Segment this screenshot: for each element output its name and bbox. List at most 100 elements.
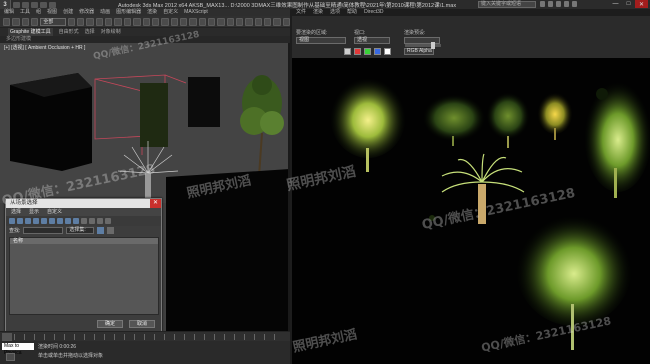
- favorites-icon[interactable]: [564, 1, 569, 7]
- search-input[interactable]: [23, 227, 64, 234]
- search-icon[interactable]: [540, 1, 545, 7]
- exposure-slider[interactable]: [405, 42, 441, 49]
- maximize-button[interactable]: □: [622, 0, 635, 8]
- save-file-icon[interactable]: [31, 1, 38, 8]
- blue-channel-icon[interactable]: [374, 48, 381, 55]
- mirror-button[interactable]: [207, 17, 216, 26]
- cancel-button[interactable]: 取消: [129, 320, 155, 328]
- menu-item[interactable]: MAXScript: [184, 9, 208, 16]
- ok-button[interactable]: 确定: [97, 320, 123, 328]
- menu-item[interactable]: 帮助: [347, 9, 357, 16]
- select-none-icon[interactable]: [89, 218, 95, 224]
- redo-icon[interactable]: [49, 1, 56, 8]
- named-selection-button[interactable]: [198, 17, 206, 26]
- filter-geometry-icon[interactable]: [9, 218, 15, 224]
- menu-item[interactable]: 工具: [20, 9, 30, 16]
- filter-helpers-icon[interactable]: [41, 218, 47, 224]
- filter-icon[interactable]: [105, 218, 111, 224]
- menu-item[interactable]: 选项: [330, 9, 340, 16]
- menu-item[interactable]: 自定义: [163, 9, 178, 16]
- channel-select[interactable]: RGB Alpha: [404, 48, 434, 55]
- layer-manager-button[interactable]: [226, 17, 234, 26]
- menu-display[interactable]: 显示: [29, 208, 39, 216]
- pivot-button[interactable]: [142, 17, 150, 26]
- status-lock-icon[interactable]: [6, 353, 15, 361]
- menu-customize[interactable]: 自定义: [47, 208, 62, 216]
- render-button[interactable]: [282, 17, 290, 26]
- close-button[interactable]: ✕: [635, 0, 648, 8]
- link-button[interactable]: [21, 17, 30, 26]
- menu-item[interactable]: 编辑: [4, 9, 14, 16]
- menu-item[interactable]: 视图: [47, 9, 57, 16]
- dialog-close-button[interactable]: ✕: [150, 199, 161, 208]
- help-search-input[interactable]: 键入关键字或短语: [478, 1, 536, 8]
- rendered-frame-button[interactable]: [273, 17, 281, 26]
- spinner-snap-button[interactable]: [189, 17, 197, 26]
- filter-groups-icon[interactable]: [57, 218, 63, 224]
- percent-snap-button[interactable]: [179, 17, 188, 26]
- communication-icon[interactable]: [556, 1, 561, 7]
- object-list[interactable]: 名称: [9, 237, 159, 315]
- selection-set-select[interactable]: 选择集:: [66, 227, 95, 234]
- filter-lights-icon[interactable]: [25, 218, 31, 224]
- move-button[interactable]: [105, 17, 113, 26]
- tab-selection[interactable]: 选择: [85, 28, 95, 36]
- time-slider-handle[interactable]: [2, 333, 12, 341]
- align-button[interactable]: [217, 17, 225, 26]
- save-image-icon[interactable]: [344, 48, 351, 55]
- menu-item[interactable]: 渲染: [313, 9, 323, 16]
- viewport-select[interactable]: 透视: [354, 37, 390, 44]
- select-manipulate-button[interactable]: [151, 17, 160, 26]
- render-setup-button[interactable]: [263, 17, 272, 26]
- filter-cameras-icon[interactable]: [33, 218, 39, 224]
- tab-object-paint[interactable]: 对象绘制: [101, 28, 121, 36]
- time-slider[interactable]: [0, 331, 290, 341]
- select-object-button[interactable]: [67, 17, 76, 26]
- green-channel-icon[interactable]: [364, 48, 371, 55]
- menu-item[interactable]: 修改器: [79, 9, 94, 16]
- menu-item[interactable]: 渲染: [147, 9, 157, 16]
- red-channel-icon[interactable]: [354, 48, 361, 55]
- undo-button[interactable]: [3, 17, 11, 26]
- undo-icon[interactable]: [40, 1, 47, 8]
- window-crossing-button[interactable]: [95, 17, 104, 26]
- slider-knob[interactable]: [431, 42, 435, 49]
- rotate-button[interactable]: [114, 17, 122, 26]
- open-file-icon[interactable]: [22, 1, 29, 8]
- filter-spacewarps-icon[interactable]: [49, 218, 55, 224]
- help-icon[interactable]: [572, 1, 577, 7]
- snap-button[interactable]: [161, 17, 169, 26]
- menu-item[interactable]: 文件: [296, 9, 306, 16]
- menu-item[interactable]: 组: [36, 9, 41, 16]
- scale-button[interactable]: [123, 17, 132, 26]
- redo-button[interactable]: [12, 17, 20, 26]
- rect-selection-button[interactable]: [86, 17, 94, 26]
- selection-filter-select[interactable]: 全部: [40, 17, 66, 26]
- new-file-icon[interactable]: [13, 1, 20, 8]
- menu-item[interactable]: 图形编辑器: [116, 9, 141, 16]
- filter-xrefs-icon[interactable]: [65, 218, 71, 224]
- menu-item[interactable]: 创建: [63, 9, 73, 16]
- menu-item[interactable]: Direct3D: [364, 9, 383, 16]
- select-invert-icon[interactable]: [97, 218, 103, 224]
- app-logo-icon[interactable]: 3: [0, 0, 11, 9]
- menu-item[interactable]: 动画: [100, 9, 110, 16]
- filter-bones-icon[interactable]: [73, 218, 79, 224]
- tab-graphite[interactable]: Graphite 建模工具: [8, 28, 53, 36]
- timeline-ticks[interactable]: [14, 334, 284, 340]
- angle-snap-button[interactable]: [170, 17, 178, 26]
- schematic-view-button[interactable]: [245, 17, 253, 26]
- reference-coord-button[interactable]: [133, 17, 141, 26]
- subscription-icon[interactable]: [548, 1, 553, 7]
- material-editor-button[interactable]: [254, 17, 262, 26]
- options-icon[interactable]: [97, 227, 105, 234]
- maxscript-listener[interactable]: Max to Physica: [2, 343, 34, 356]
- unlink-button[interactable]: [31, 17, 39, 26]
- viewport-label[interactable]: [+] [透视] [ Ambient Occlusion + HR ]: [4, 44, 85, 51]
- select-all-icon[interactable]: [81, 218, 87, 224]
- select-by-name-button[interactable]: [77, 17, 85, 26]
- column-header-name[interactable]: 名称: [10, 238, 158, 244]
- area-select[interactable]: 视图: [296, 37, 346, 44]
- sort-icon[interactable]: [107, 227, 115, 234]
- tab-freeform[interactable]: 自由形式: [59, 28, 79, 36]
